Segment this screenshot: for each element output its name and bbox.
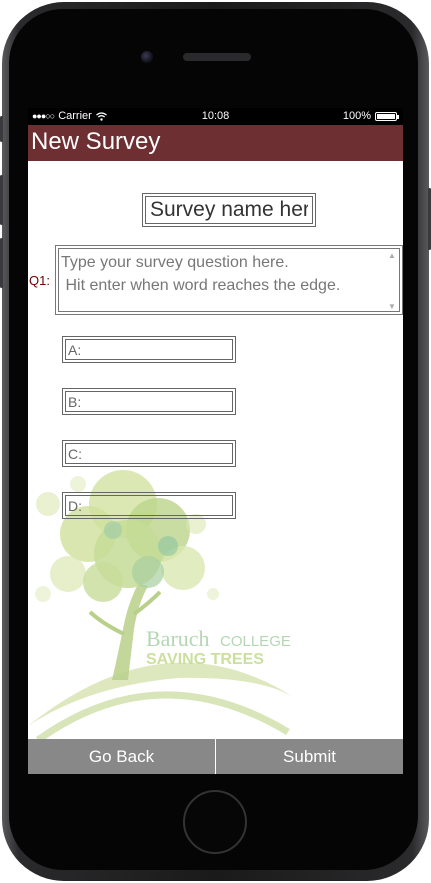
scroll-down-icon[interactable]: ▼ (388, 302, 396, 311)
college-logo-suffix: COLLEGE (220, 633, 291, 650)
question-box: ▲ ▼ (55, 245, 403, 315)
question-label: Q1: (29, 273, 50, 288)
mute-switch (0, 116, 3, 142)
front-camera-icon (141, 51, 153, 63)
bottom-action-bar: Go Back Submit (28, 739, 403, 774)
answer-c-input[interactable] (65, 443, 233, 464)
scroll-up-icon[interactable]: ▲ (388, 251, 396, 260)
status-bar: ●●●○○ Carrier 10:08 100% (28, 108, 403, 125)
go-back-button[interactable]: Go Back (28, 739, 215, 774)
answer-box-c (62, 440, 236, 467)
answer-box-b (62, 388, 236, 415)
answer-box-d (62, 492, 236, 519)
earpiece-speaker (183, 53, 251, 61)
answer-a-input[interactable] (65, 339, 233, 360)
question-textarea[interactable] (58, 248, 400, 312)
battery-icon (375, 111, 399, 121)
survey-name-input[interactable] (145, 196, 313, 224)
volume-down-button (0, 238, 3, 288)
answer-d-input[interactable] (65, 495, 233, 516)
survey-name-box (142, 193, 316, 227)
answer-box-a (62, 336, 236, 363)
app-header: New Survey (28, 125, 403, 161)
battery-percent: 100% (342, 110, 371, 122)
saving-trees-tagline: SAVING TREES (146, 651, 264, 668)
page-title: New Survey (31, 128, 161, 155)
volume-up-button (0, 175, 3, 225)
college-logo-name: Baruch (146, 626, 210, 651)
question-scrollbar[interactable]: ▲ ▼ (388, 251, 398, 311)
app-screen: ●●●○○ Carrier 10:08 100% New Survey Baru… (28, 108, 403, 774)
home-button[interactable] (183, 790, 247, 854)
phone-frame: ●●●○○ Carrier 10:08 100% New Survey Baru… (0, 0, 431, 883)
answer-b-input[interactable] (65, 391, 233, 412)
submit-button[interactable]: Submit (216, 739, 403, 774)
